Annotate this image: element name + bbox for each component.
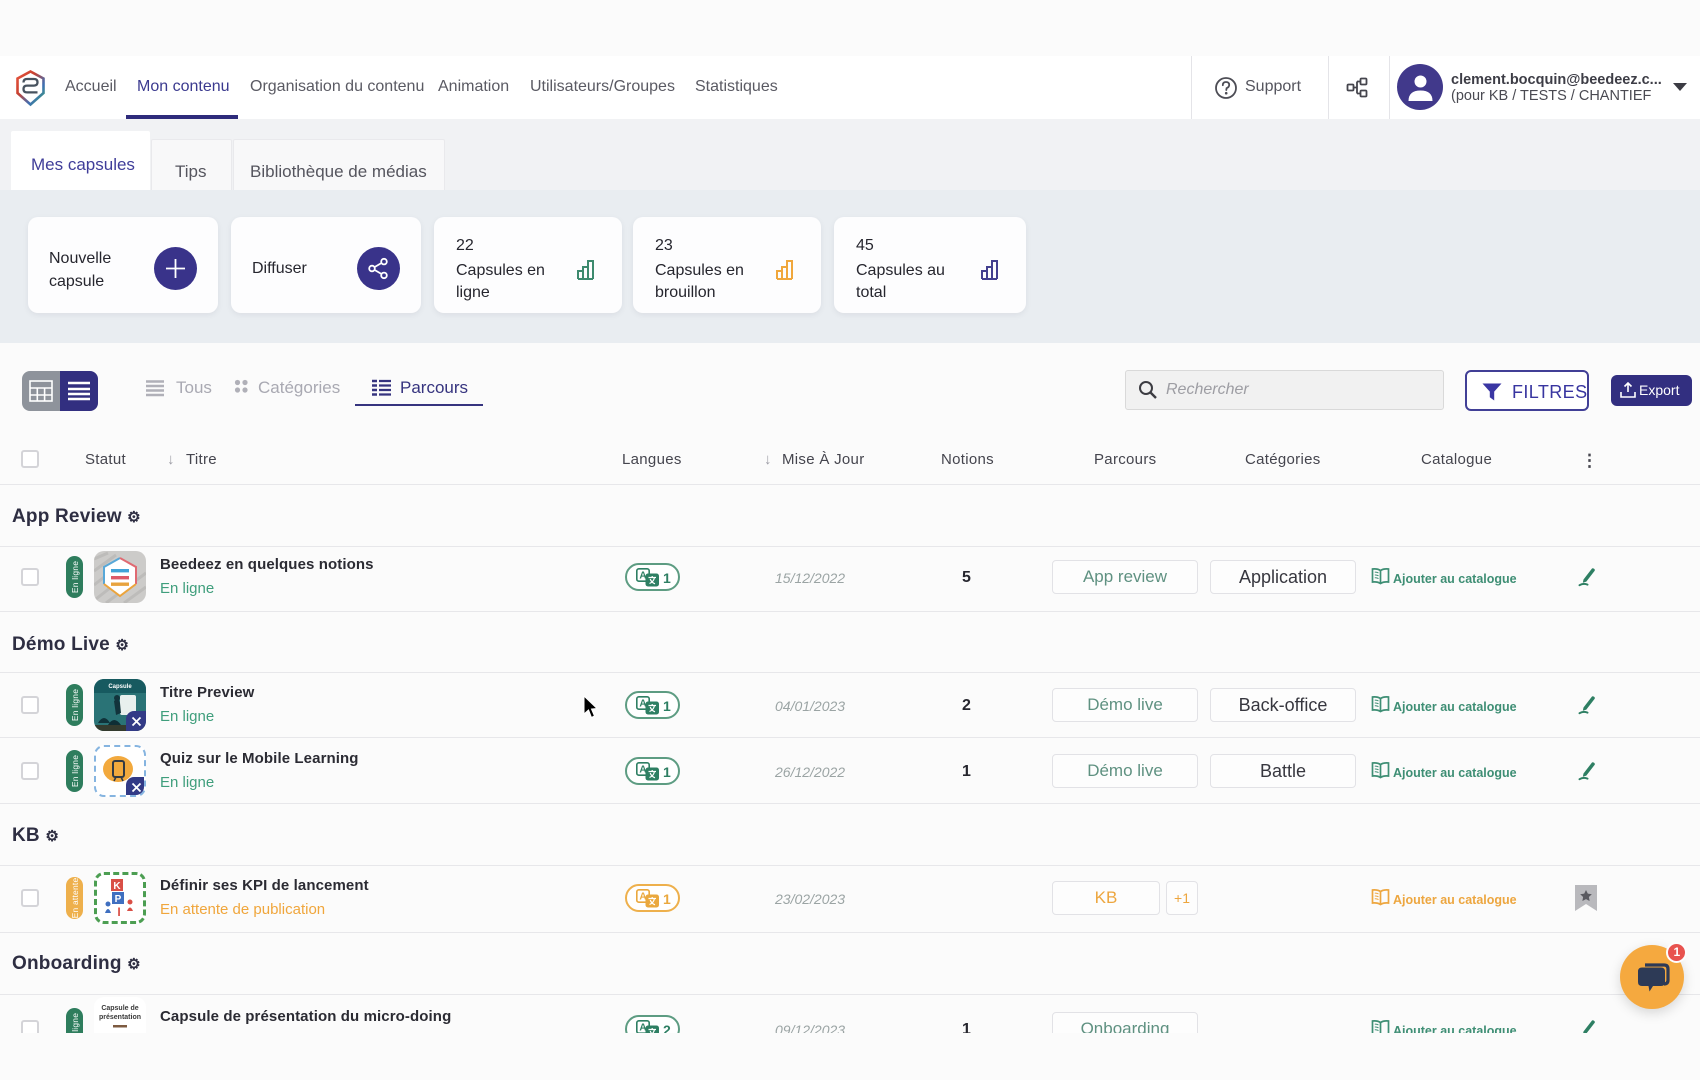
svg-text:K: K [113,881,121,892]
svg-text:I: I [117,905,120,919]
svg-text:Capsule de: Capsule de [101,1005,138,1012]
svg-text:présentation: présentation [99,1014,141,1021]
svg-text:Capsule: Capsule [108,684,132,690]
svg-text:P: P [115,894,122,905]
